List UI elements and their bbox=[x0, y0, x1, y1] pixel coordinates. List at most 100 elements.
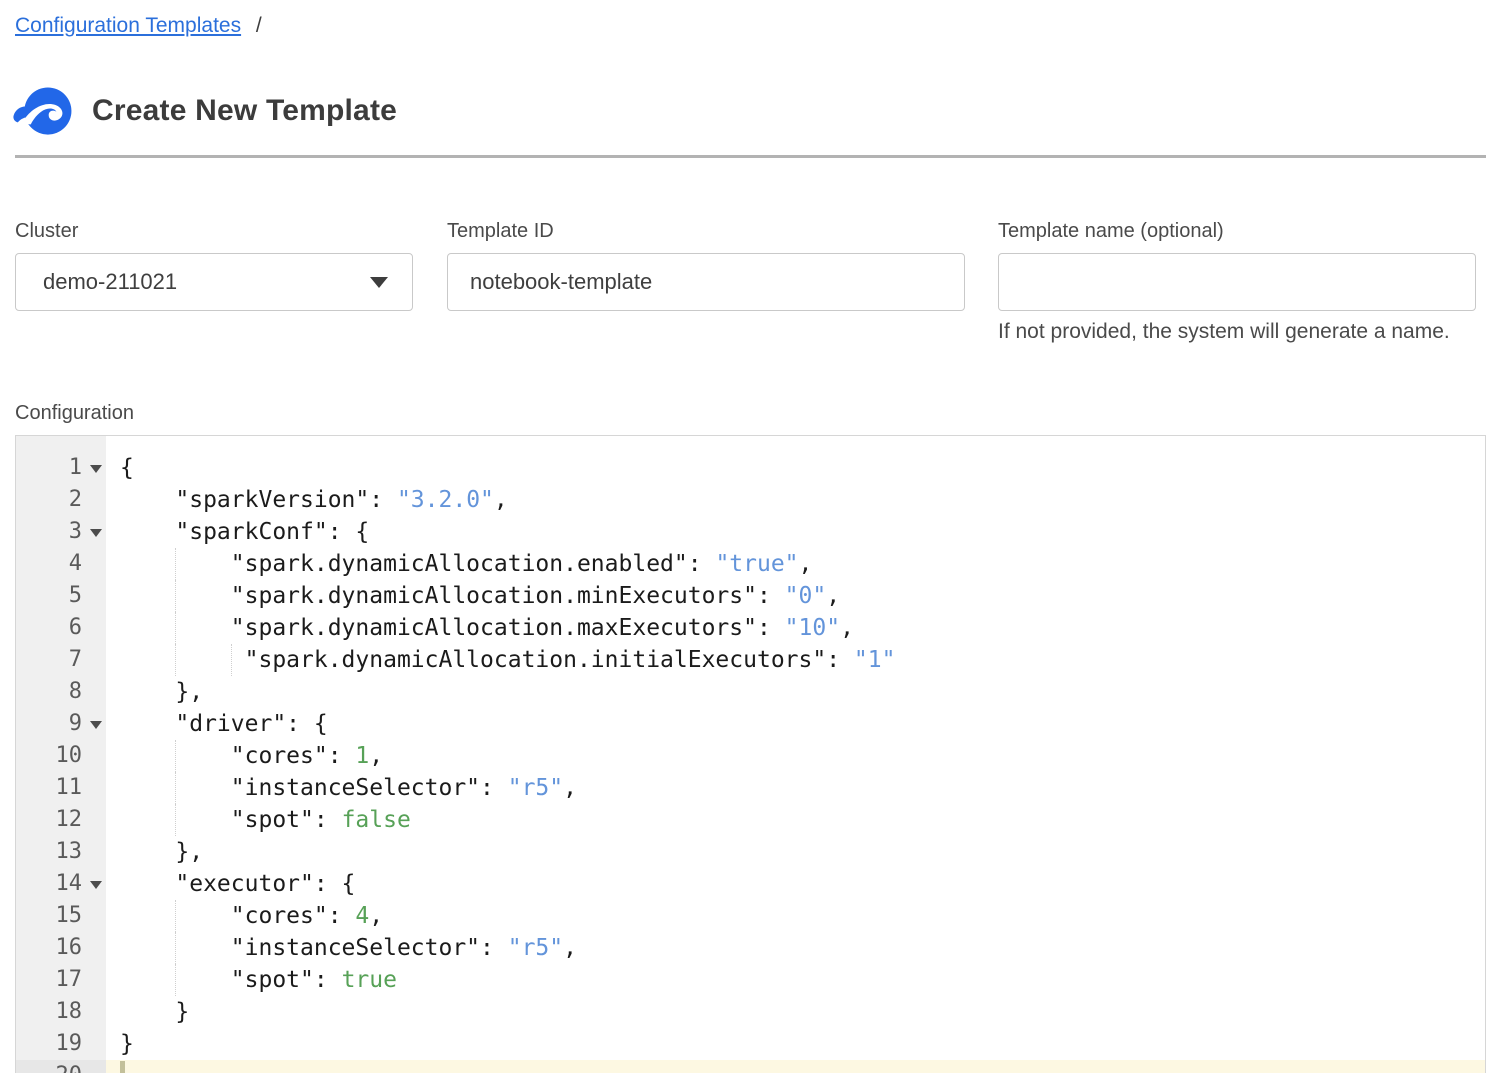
line-number-text: 3 bbox=[69, 516, 82, 548]
json-plain-token: "sparkVersion": bbox=[120, 487, 397, 513]
line-number-text: 5 bbox=[69, 580, 82, 612]
json-plain-token: "executor": { bbox=[120, 871, 355, 897]
line-number-text: 1 bbox=[69, 452, 82, 484]
editor-line-number: 14 bbox=[16, 868, 106, 900]
json-plain-token: , bbox=[563, 935, 577, 961]
page-title: Create New Template bbox=[92, 94, 397, 128]
editor-line-11[interactable]: 11 "instanceSelector": "r5", bbox=[16, 772, 1485, 804]
configuration-label: Configuration bbox=[15, 402, 134, 425]
json-plain-token: "cores": bbox=[120, 903, 355, 929]
line-number-text: 20 bbox=[56, 1060, 83, 1073]
template-id-input[interactable] bbox=[447, 253, 965, 311]
editor-code-line[interactable]: "sparkVersion": "3.2.0", bbox=[106, 484, 1485, 516]
json-plain-token: "spot": bbox=[120, 807, 342, 833]
chevron-down-icon bbox=[370, 277, 388, 288]
ocean-spark-logo-icon bbox=[12, 85, 74, 137]
editor-line-13[interactable]: 13 }, bbox=[16, 836, 1485, 868]
fold-arrow-icon[interactable] bbox=[90, 529, 102, 537]
editor-code-line[interactable] bbox=[106, 1060, 1485, 1073]
editor-code-line[interactable]: "executor": { bbox=[106, 868, 1485, 900]
editor-line-6[interactable]: 6 "spark.dynamicAllocation.maxExecutors"… bbox=[16, 612, 1485, 644]
json-plain-token: { bbox=[120, 455, 134, 481]
cluster-label: Cluster bbox=[15, 220, 413, 243]
editor-line-2[interactable]: 2 "sparkVersion": "3.2.0", bbox=[16, 484, 1485, 516]
line-number-text: 11 bbox=[56, 772, 83, 804]
editor-code-line[interactable]: "spark.dynamicAllocation.enabled": "true… bbox=[106, 548, 1485, 580]
editor-code-line[interactable]: "driver": { bbox=[106, 708, 1485, 740]
editor-line-4[interactable]: 4 "spark.dynamicAllocation.enabled": "tr… bbox=[16, 548, 1485, 580]
editor-line-number: 8 bbox=[16, 676, 106, 708]
json-string-token: "3.2.0" bbox=[397, 487, 494, 513]
editor-line-19[interactable]: 19} bbox=[16, 1028, 1485, 1060]
editor-line-15[interactable]: 15 "cores": 4, bbox=[16, 900, 1485, 932]
editor-line-18[interactable]: 18 } bbox=[16, 996, 1485, 1028]
template-name-input[interactable] bbox=[998, 253, 1476, 311]
editor-code-line[interactable]: "sparkConf": { bbox=[106, 516, 1485, 548]
editor-line-7[interactable]: 7 "spark.dynamicAllocation.initialExecut… bbox=[16, 644, 1485, 676]
json-plain-token: } bbox=[120, 1031, 134, 1057]
editor-line-3[interactable]: 3 "sparkConf": { bbox=[16, 516, 1485, 548]
json-plain-token: "spark.dynamicAllocation.initialExecutor… bbox=[120, 647, 854, 673]
json-plain-token: , bbox=[563, 775, 577, 801]
editor-line-number: 7 bbox=[16, 644, 106, 676]
line-number-text: 17 bbox=[56, 964, 83, 996]
line-number-text: 10 bbox=[56, 740, 83, 772]
editor-line-20[interactable]: 20 bbox=[16, 1060, 1485, 1073]
json-plain-token: , bbox=[826, 583, 840, 609]
editor-line-16[interactable]: 16 "instanceSelector": "r5", bbox=[16, 932, 1485, 964]
editor-code-line[interactable]: "spark.dynamicAllocation.maxExecutors": … bbox=[106, 612, 1485, 644]
json-plain-token: , bbox=[369, 903, 383, 929]
editor-line-1[interactable]: 1{ bbox=[16, 452, 1485, 484]
editor-code-line[interactable]: "instanceSelector": "r5", bbox=[106, 772, 1485, 804]
editor-line-number: 20 bbox=[16, 1060, 106, 1073]
editor-line-17[interactable]: 17 "spot": true bbox=[16, 964, 1485, 996]
line-number-text: 7 bbox=[69, 644, 82, 676]
editor-code-line[interactable]: }, bbox=[106, 676, 1485, 708]
editor-code-line[interactable]: { bbox=[106, 452, 1485, 484]
editor-line-number: 18 bbox=[16, 996, 106, 1028]
editor-code-line[interactable]: }, bbox=[106, 836, 1485, 868]
editor-code-line[interactable]: "cores": 4, bbox=[106, 900, 1485, 932]
editor-line-number: 2 bbox=[16, 484, 106, 516]
editor-code-line[interactable]: "spark.dynamicAllocation.minExecutors": … bbox=[106, 580, 1485, 612]
fold-arrow-icon[interactable] bbox=[90, 721, 102, 729]
line-number-text: 2 bbox=[69, 484, 82, 516]
json-plain-token: "instanceSelector": bbox=[120, 935, 508, 961]
editor-code-line[interactable]: "cores": 1, bbox=[106, 740, 1485, 772]
editor-line-14[interactable]: 14 "executor": { bbox=[16, 868, 1485, 900]
editor-line-5[interactable]: 5 "spark.dynamicAllocation.minExecutors"… bbox=[16, 580, 1485, 612]
editor-line-8[interactable]: 8 }, bbox=[16, 676, 1485, 708]
editor-code-line[interactable]: } bbox=[106, 1028, 1485, 1060]
line-number-text: 15 bbox=[56, 900, 83, 932]
fold-arrow-icon[interactable] bbox=[90, 881, 102, 889]
fold-arrow-icon[interactable] bbox=[90, 465, 102, 473]
editor-code-line[interactable]: "spot": true bbox=[106, 964, 1485, 996]
line-number-text: 16 bbox=[56, 932, 83, 964]
editor-code-line[interactable]: "spot": false bbox=[106, 804, 1485, 836]
configuration-code-editor[interactable]: 1{2 "sparkVersion": "3.2.0",3 "sparkConf… bbox=[15, 435, 1486, 1073]
editor-code-line[interactable]: } bbox=[106, 996, 1485, 1028]
json-string-token: "true" bbox=[715, 551, 798, 577]
json-plain-token: } bbox=[120, 999, 189, 1025]
editor-line-number: 10 bbox=[16, 740, 106, 772]
json-plain-token: , bbox=[799, 551, 813, 577]
template-id-field: Template ID bbox=[447, 220, 965, 344]
editor-code-line[interactable]: "instanceSelector": "r5", bbox=[106, 932, 1485, 964]
line-number-text: 14 bbox=[56, 868, 83, 900]
json-plain-token: , bbox=[494, 487, 508, 513]
breadcrumb-link-configuration-templates[interactable]: Configuration Templates bbox=[15, 14, 241, 37]
editor-line-number: 5 bbox=[16, 580, 106, 612]
header-divider bbox=[15, 155, 1486, 158]
json-string-token: "r5" bbox=[508, 935, 563, 961]
editor-code-line[interactable]: "spark.dynamicAllocation.initialExecutor… bbox=[106, 644, 1485, 676]
editor-line-9[interactable]: 9 "driver": { bbox=[16, 708, 1485, 740]
breadcrumb-separator: / bbox=[256, 14, 262, 37]
editor-line-12[interactable]: 12 "spot": false bbox=[16, 804, 1485, 836]
editor-line-number: 1 bbox=[16, 452, 106, 484]
json-plain-token: }, bbox=[120, 839, 203, 865]
json-string-token: "r5" bbox=[508, 775, 563, 801]
json-string-token: "10" bbox=[785, 615, 840, 641]
editor-line-number: 15 bbox=[16, 900, 106, 932]
cluster-select[interactable]: demo-211021 bbox=[15, 253, 413, 311]
editor-line-10[interactable]: 10 "cores": 1, bbox=[16, 740, 1485, 772]
